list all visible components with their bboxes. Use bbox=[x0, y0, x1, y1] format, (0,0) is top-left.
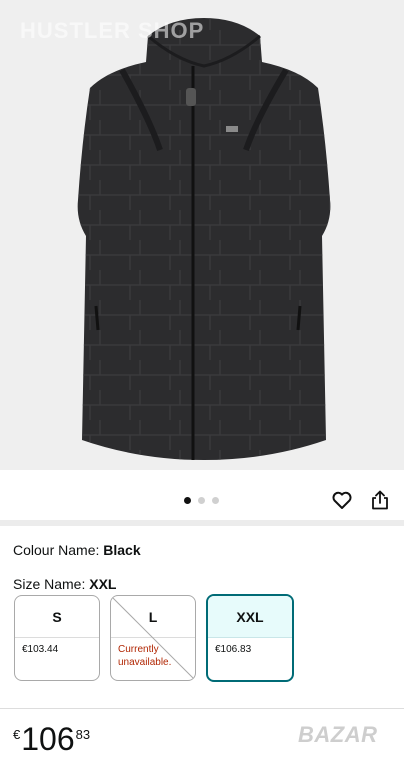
pagination-dot-active[interactable] bbox=[184, 497, 191, 504]
product-image-area[interactable]: HUSTLER SHOP bbox=[0, 0, 404, 470]
shop-watermark: HUSTLER SHOP bbox=[20, 18, 205, 43]
size-name-value: XXL bbox=[89, 576, 117, 592]
size-option-l[interactable]: L Currently unavailable. bbox=[110, 595, 196, 681]
size-option-price: €103.44 bbox=[22, 644, 59, 655]
pagination-dot[interactable] bbox=[212, 497, 219, 504]
image-pagination[interactable] bbox=[184, 497, 219, 504]
unavailable-slash bbox=[111, 596, 195, 680]
size-option-xxl-selected[interactable]: XXL €106.83 bbox=[206, 594, 294, 682]
price-currency: € bbox=[13, 727, 21, 742]
price-divider bbox=[0, 708, 404, 709]
product-price: € 106 83 bbox=[13, 720, 90, 758]
size-option-s[interactable]: S €103.44 bbox=[14, 595, 100, 681]
colour-name-row: Colour Name: Black bbox=[13, 542, 141, 558]
size-option-price: €106.83 bbox=[215, 644, 252, 655]
share-icon[interactable] bbox=[368, 488, 392, 512]
colour-name-label: Colour Name: bbox=[13, 542, 100, 558]
colour-name-value: Black bbox=[103, 542, 141, 558]
size-name-label: Size Name: bbox=[13, 576, 86, 592]
size-option-label: S bbox=[15, 596, 99, 638]
price-whole: 106 bbox=[21, 721, 75, 757]
gallery-controls bbox=[0, 470, 404, 526]
price-fraction: 83 bbox=[75, 727, 91, 742]
size-option-label: XXL bbox=[208, 596, 292, 638]
section-divider bbox=[0, 520, 404, 526]
vest-product-image bbox=[77, 18, 331, 460]
bazar-watermark: BAZAR bbox=[298, 722, 378, 747]
heart-icon[interactable] bbox=[330, 488, 354, 512]
size-name-row: Size Name: XXL bbox=[13, 576, 116, 592]
pagination-dot[interactable] bbox=[198, 497, 205, 504]
